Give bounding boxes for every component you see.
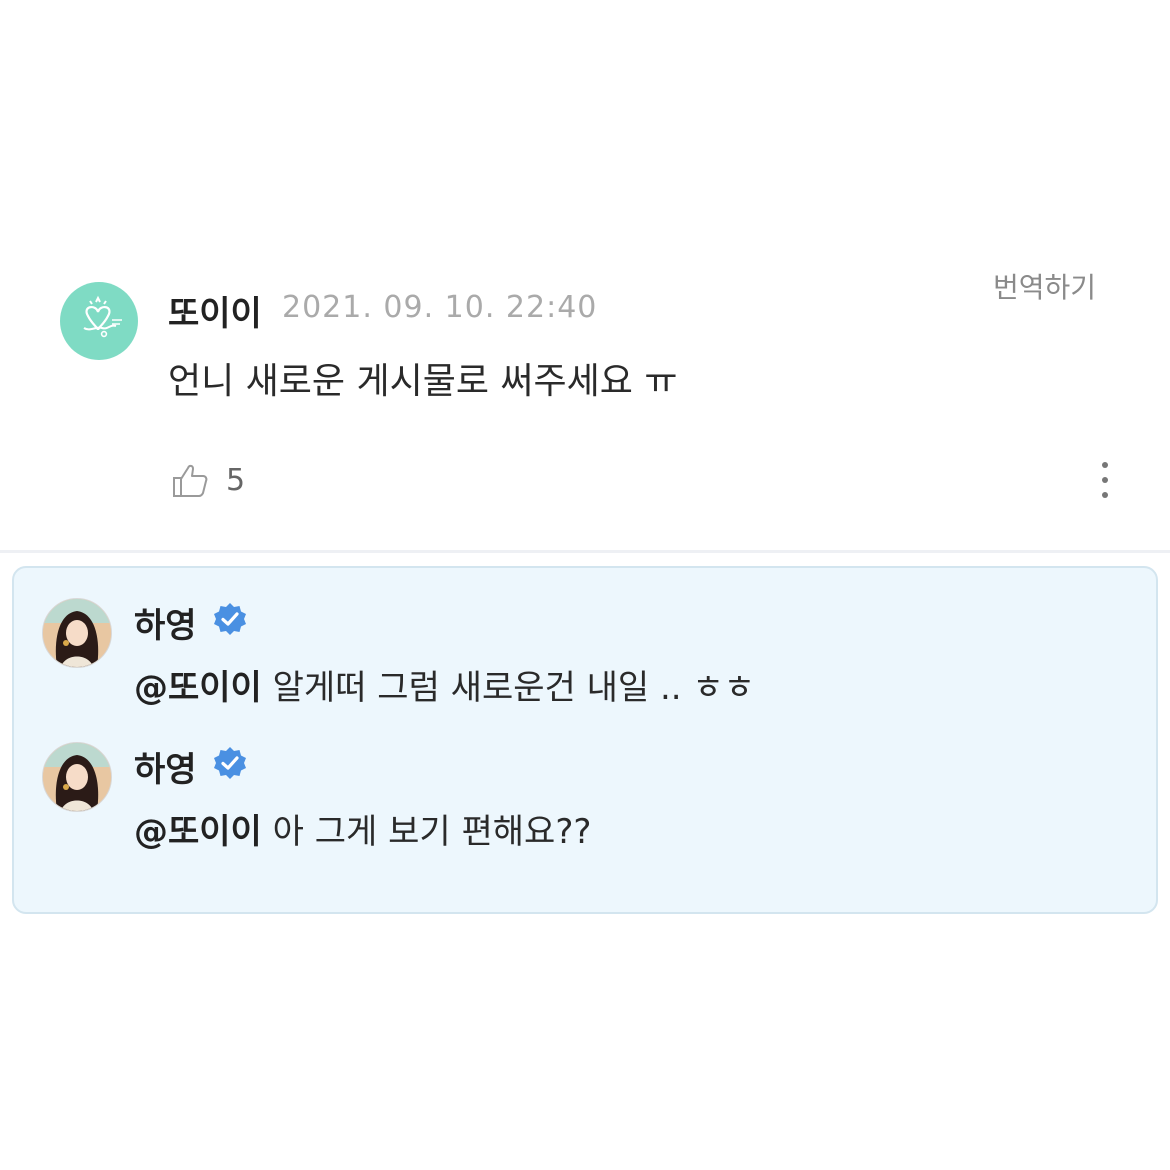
verified-badge-icon [214,603,246,635]
more-dot [1102,492,1108,498]
verified-badge-icon [214,747,246,779]
reply-author[interactable]: 하영 [134,742,197,791]
more-dot [1102,477,1108,483]
profile-photo-icon [43,743,111,811]
like-button[interactable]: 5 [170,458,245,502]
comment-date: 2021. 09. 10. 22:40 [282,290,598,325]
divider [0,550,1170,553]
thumbs-up-icon [173,464,208,497]
comment-text: 언니 새로운 게시물로 써주세요 ㅠ [168,361,678,402]
signature-heart-logo-icon [83,295,122,338]
comment-author[interactable]: 또이이 [168,286,262,335]
reply-item: 하영 @또이이 아 그게 보기 편해요?? [14,712,1156,852]
reply-author[interactable]: 하영 [134,598,197,647]
more-dot [1102,462,1108,468]
reply-text: @또이이 알게떠 그럼 새로운건 내일 .. ㅎㅎ [134,660,755,709]
replies-panel: 하영 @또이이 알게떠 그럼 새로운건 내일 .. ㅎㅎ 하영 @또이이 아 그… [12,566,1158,914]
comment: 또이이 2021. 09. 10. 22:40 번역하기 언니 새로운 게시물로… [0,260,1170,552]
more-options-button[interactable] [1094,458,1116,502]
translate-button[interactable]: 번역하기 [993,266,1096,306]
profile-photo-icon [43,599,111,667]
reply-message: 알게떠 그럼 새로운건 내일 .. ㅎㅎ [272,668,755,708]
reply-item: 하영 @또이이 알게떠 그럼 새로운건 내일 .. ㅎㅎ [14,568,1156,708]
mention-link[interactable]: @또이이 [134,668,262,708]
avatar[interactable] [42,598,112,668]
commenter-avatar[interactable] [60,282,138,360]
like-count: 5 [226,462,246,498]
reply-text: @또이이 아 그게 보기 편해요?? [134,804,591,853]
reply-message: 아 그게 보기 편해요?? [272,812,592,852]
avatar[interactable] [42,742,112,812]
mention-link[interactable]: @또이이 [134,812,262,852]
